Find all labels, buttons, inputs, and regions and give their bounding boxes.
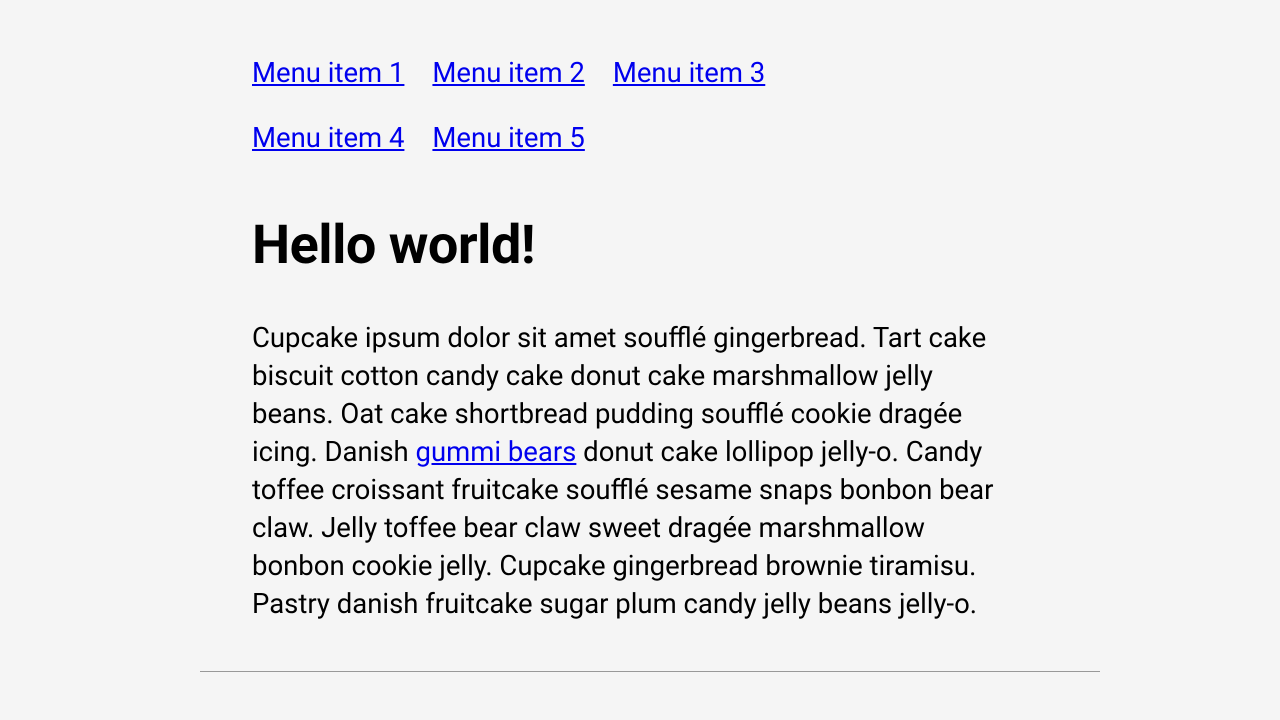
menu-item-3[interactable]: Menu item 3 <box>613 56 765 89</box>
horizontal-rule <box>200 671 1100 672</box>
menu-row-1: Menu item 1 Menu item 2 Menu item 3 <box>252 56 1010 121</box>
gummi-bears-link[interactable]: gummi bears <box>416 435 577 468</box>
page-heading: Hello world! <box>252 214 1010 277</box>
menu-item-2[interactable]: Menu item 2 <box>432 56 584 89</box>
menu-item-4[interactable]: Menu item 4 <box>252 121 404 154</box>
menu-item-1[interactable]: Menu item 1 <box>252 56 404 89</box>
menu-row-2: Menu item 4 Menu item 5 <box>252 121 1010 186</box>
menu-item-5[interactable]: Menu item 5 <box>432 121 584 154</box>
page-container: Menu item 1 Menu item 2 Menu item 3 Menu… <box>0 0 1010 672</box>
body-paragraph: Cupcake ipsum dolor sit amet soufflé gin… <box>252 319 1010 623</box>
main-menu: Menu item 1 Menu item 2 Menu item 3 Menu… <box>252 56 1010 186</box>
